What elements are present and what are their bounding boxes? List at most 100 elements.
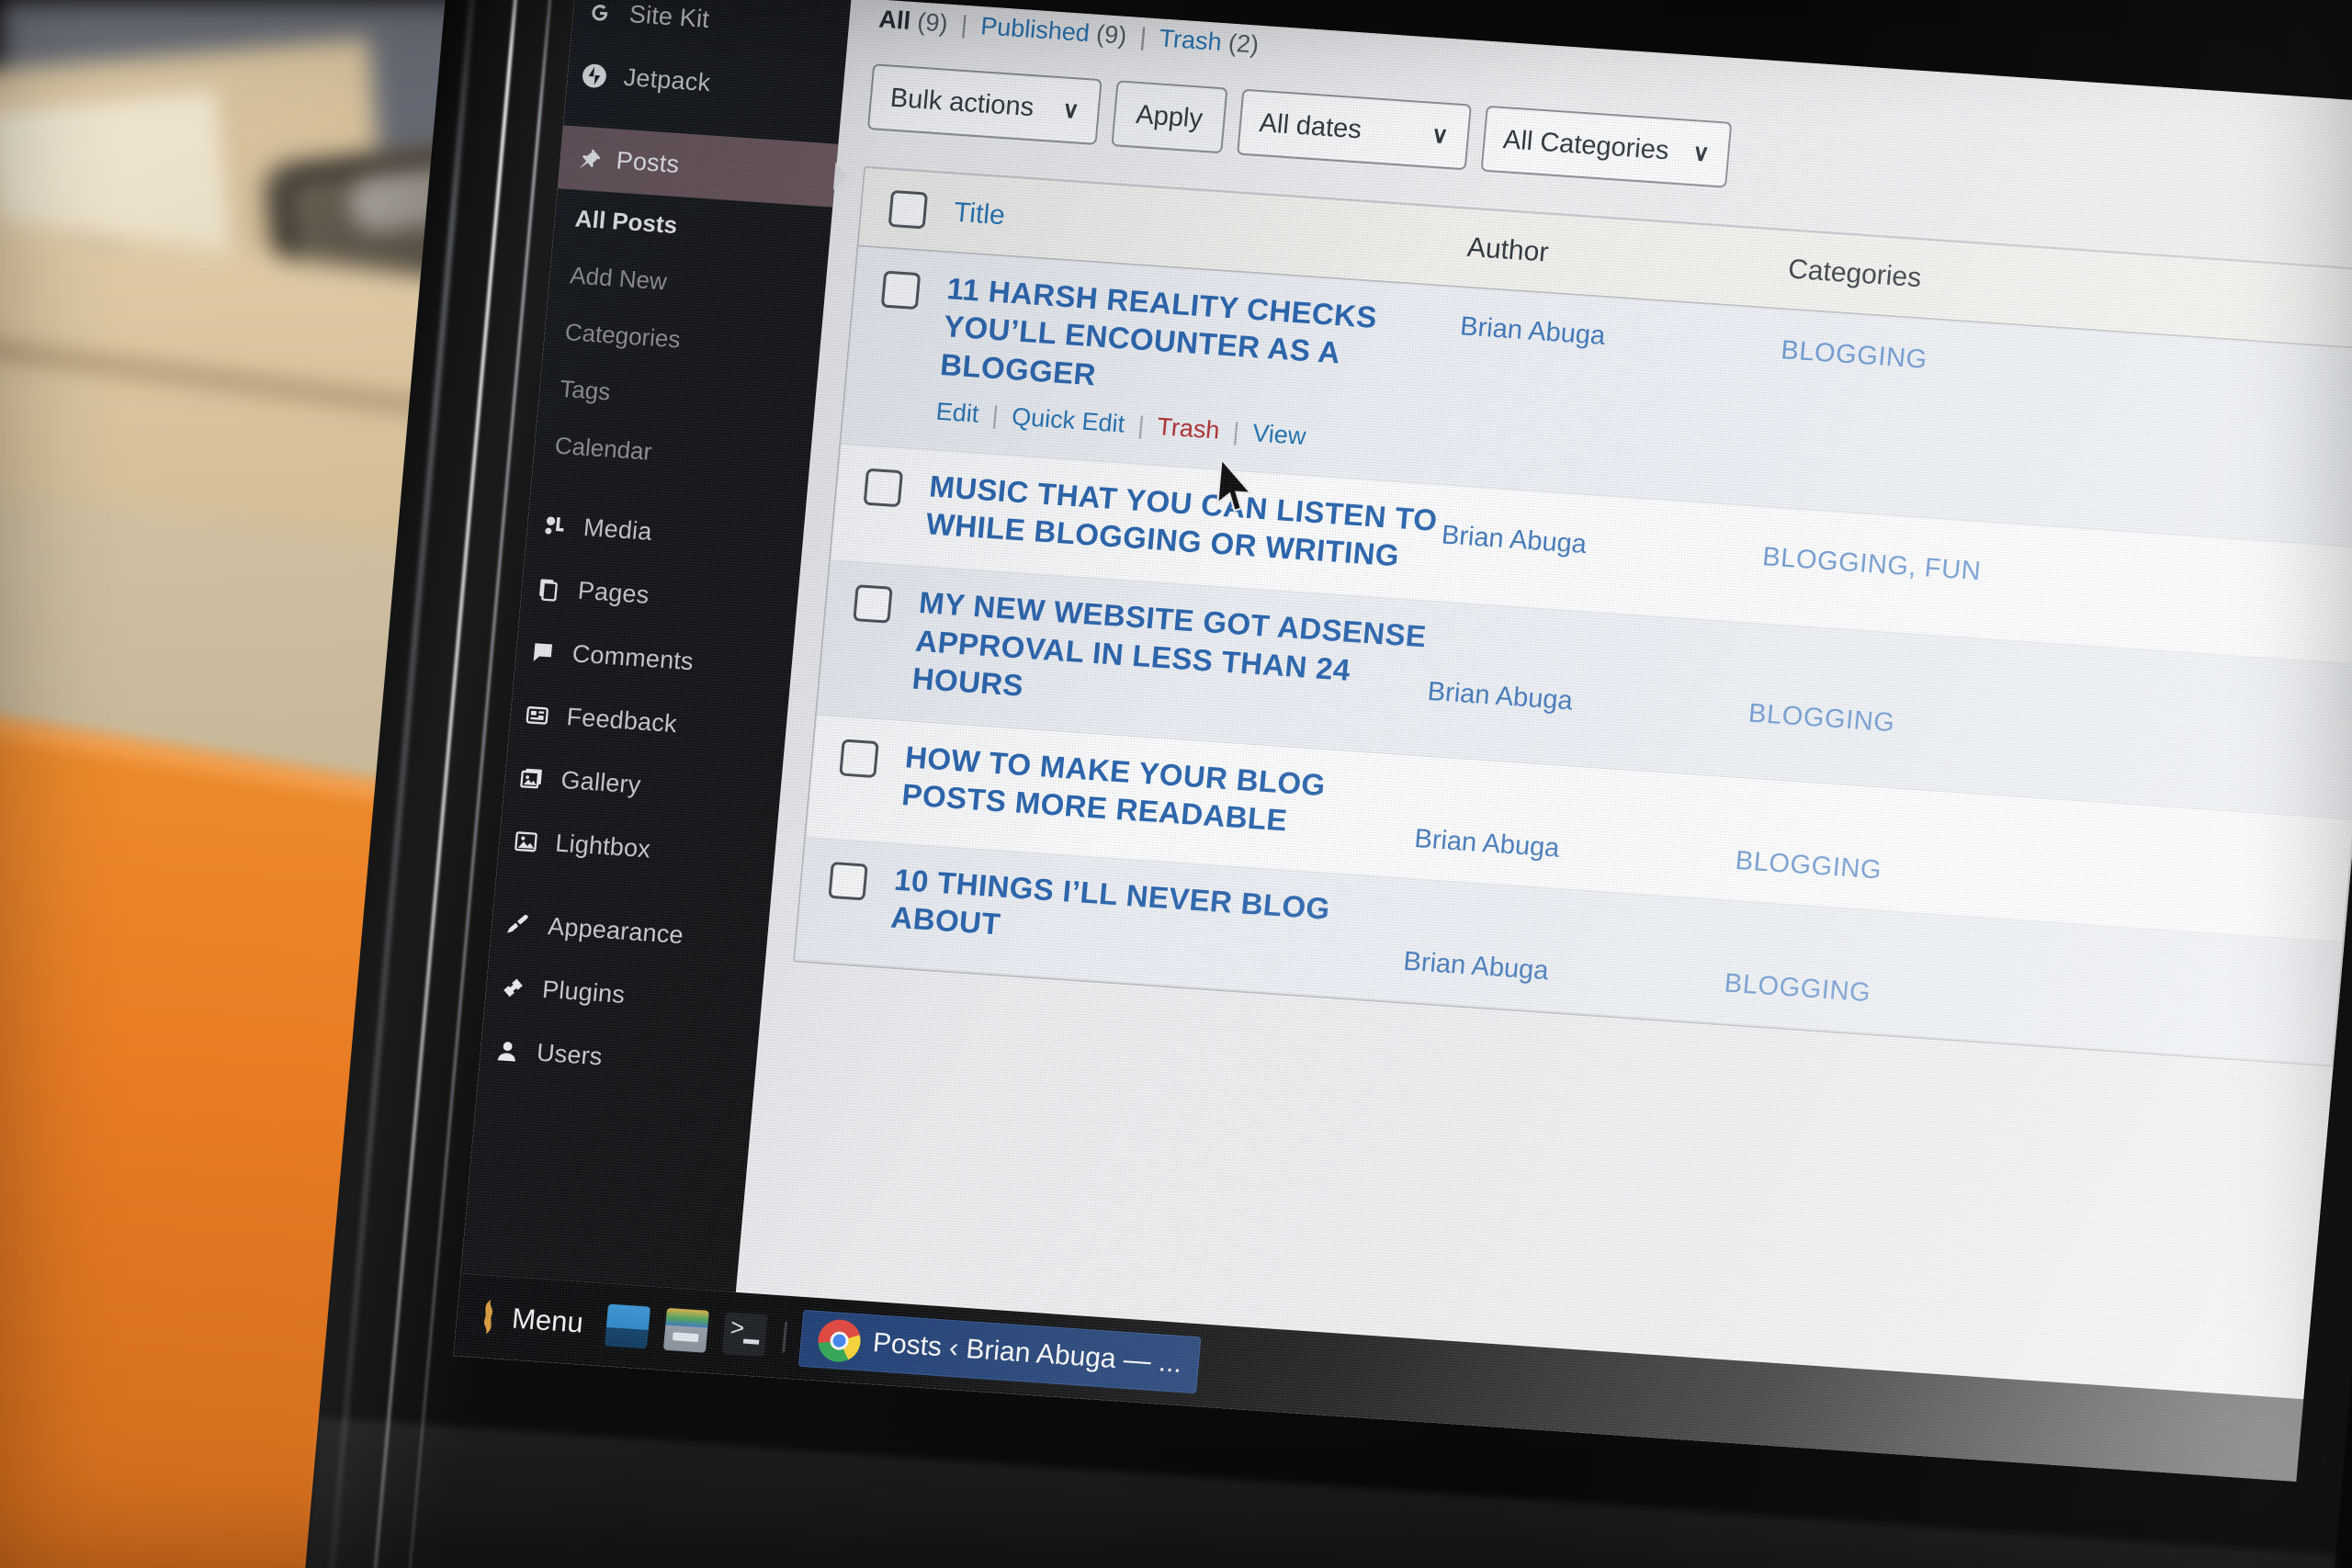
sidebar-item-label: Posts (615, 146, 681, 179)
filter-link-published[interactable]: Published (979, 12, 1091, 47)
menu-logo-icon (484, 1299, 493, 1335)
post-title-link[interactable]: MUSIC THAT YOU CAN LISTEN TO WHILE BLOGG… (924, 467, 1444, 577)
post-author-cell[interactable]: Brian Abuga (1424, 618, 1755, 753)
row-checkbox[interactable] (853, 584, 893, 624)
row-action-quick-edit[interactable]: Quick Edit (1011, 402, 1125, 437)
post-title-cell: 10 THINGS I’LL NEVER BLOG ABOUT (888, 861, 1409, 977)
chrome-icon (816, 1318, 863, 1364)
sidebar-item-label: Site Kit (628, 0, 711, 33)
post-categories-cell[interactable]: BLOGGING (1723, 918, 2115, 1025)
posts-table: Title Author Categories 11 HARSH REALITY… (793, 165, 2352, 1067)
chevron-down-icon: ∨ (1430, 121, 1450, 149)
row-action-separator: | (1231, 417, 1241, 446)
chevron-down-icon: ∨ (1691, 140, 1711, 167)
sidebar-item-label: Pages (576, 576, 650, 609)
post-categories-cell[interactable]: BLOGGING (1734, 795, 2126, 902)
feedback-icon (523, 700, 553, 729)
start-menu-label: Menu (510, 1302, 585, 1339)
post-title-cell: MUSIC THAT YOU CAN LISTEN TO WHILE BLOGG… (924, 467, 1444, 577)
filter-link-all[interactable]: All (877, 6, 911, 35)
category-filter-select[interactable]: All Categories ∨ (1480, 105, 1733, 188)
apply-label: Apply (1135, 99, 1204, 134)
post-categories-cell[interactable]: BLOGGING (1770, 326, 2168, 509)
google-g-icon (585, 0, 616, 27)
filter-link-trash[interactable]: Trash (1158, 24, 1223, 56)
row-action-view[interactable]: View (1251, 419, 1307, 450)
row-action-separator: | (990, 400, 1001, 430)
row-checkbox-cell[interactable] (843, 264, 949, 426)
sidebar-subitem-label: Calendar (553, 431, 653, 466)
sidebar-item-label: Jetpack (622, 62, 712, 97)
row-checkbox-cell[interactable] (797, 854, 897, 942)
terminal-icon[interactable] (721, 1312, 768, 1358)
photo-scene: Site Kit Jetpack Posts All Posts Add New… (0, 0, 2352, 1568)
files-icon[interactable] (604, 1303, 650, 1349)
sidebar-item-label: Feedback (565, 703, 679, 739)
sidebar-item-label: Appearance (547, 912, 685, 950)
archive-icon[interactable] (662, 1307, 709, 1353)
row-checkbox[interactable] (839, 739, 879, 779)
select-all-checkbox-cell[interactable] (861, 188, 956, 231)
row-checkbox-cell[interactable] (819, 577, 921, 696)
sidebar-item-label: Comments (571, 639, 695, 676)
sidebar-item-label: Gallery (560, 765, 642, 799)
column-header-categories[interactable]: Categories (1787, 254, 2175, 311)
plug-icon (498, 973, 528, 1002)
filter-separator: | (1138, 22, 1148, 51)
laptop-screen: Site Kit Jetpack Posts All Posts Add New… (453, 0, 2352, 1482)
mouse-cursor (1216, 457, 1253, 513)
pin-icon (572, 144, 603, 174)
select-all-checkbox[interactable] (888, 189, 929, 230)
date-filter-select[interactable]: All dates ∨ (1236, 88, 1472, 171)
post-categories-cell[interactable]: BLOGGING (1745, 640, 2140, 780)
filter-count-trash: (2) (1227, 28, 1261, 59)
media-icon (539, 511, 570, 540)
row-checkbox[interactable] (880, 270, 922, 310)
filter-count-published: (9) (1095, 19, 1128, 50)
column-header-author[interactable]: Author (1466, 232, 1790, 286)
apply-button[interactable]: Apply (1111, 80, 1228, 154)
post-title-link[interactable]: 10 THINGS I’LL NEVER BLOG ABOUT (889, 861, 1409, 971)
row-action-edit[interactable]: Edit (935, 398, 980, 428)
row-checkbox-cell[interactable] (808, 731, 907, 818)
row-checkbox[interactable] (828, 861, 868, 901)
post-title-link[interactable]: MY NEW WEBSITE GOT ADSENSE APPROVAL IN L… (910, 583, 1434, 731)
post-title-cell: MY NEW WEBSITE GOT ADSENSE APPROVAL IN L… (910, 583, 1434, 731)
post-author-cell[interactable]: Brian Abuga (1413, 773, 1741, 875)
post-title-link[interactable]: HOW TO MAKE YOUR BLOG POSTS MORE READABL… (900, 738, 1420, 848)
post-author-cell[interactable]: Brian Abuga (1402, 896, 1730, 998)
row-checkbox-cell[interactable] (832, 460, 931, 542)
bulk-actions-select[interactable]: Bulk actions ∨ (866, 63, 1102, 145)
sidebar-item-label: Media (582, 513, 653, 546)
taskbar-window-button[interactable]: Posts ‹ Brian Abuga — ... (797, 1309, 1202, 1394)
jetpack-icon (580, 61, 610, 90)
post-title-link[interactable]: 11 HARSH REALITY CHECKS YOU’LL ENCOUNTER… (939, 269, 1463, 417)
row-action-separator: | (1136, 411, 1146, 439)
filter-count-all: (9) (916, 7, 949, 38)
table-navigation-toolbar: Bulk actions ∨ Apply All dates ∨ All Cat… (866, 63, 1733, 188)
post-author-cell[interactable]: Brian Abuga (1438, 502, 1766, 599)
post-title-cell: HOW TO MAKE YOUR BLOG POSTS MORE READABL… (899, 738, 1420, 854)
gallery-icon (516, 763, 547, 793)
post-title-cell: 11 HARSH REALITY CHECKS YOU’LL ENCOUNTER… (935, 269, 1463, 460)
active-menu-arrow (832, 162, 849, 191)
comment-icon (528, 637, 559, 667)
laptop: Site Kit Jetpack Posts All Posts Add New… (295, 0, 2352, 1568)
pages-icon (534, 574, 564, 604)
sidebar-subitem-label: Add New (569, 260, 669, 295)
sidebar-item-label: Plugins (540, 975, 627, 1009)
taskbar-divider (781, 1321, 787, 1353)
sidebar-item-label: Lightbox (554, 829, 652, 863)
posts-list-page: All (9) | Published (9) | Trash (2) Bulk… (735, 0, 2352, 1400)
sidebar-subitem-label: Categories (563, 317, 682, 354)
row-action-trash[interactable]: Trash (1156, 412, 1221, 445)
column-header-title[interactable]: Title (953, 197, 1469, 264)
post-categories-cell[interactable]: BLOGGING, FUN (1758, 524, 2150, 626)
row-checkbox[interactable] (863, 468, 904, 507)
lightbox-icon (511, 827, 541, 856)
start-menu-button[interactable]: Menu (453, 1273, 601, 1365)
user-icon (492, 1036, 523, 1066)
filter-separator: | (959, 10, 969, 39)
post-author-cell[interactable]: Brian Abuga (1448, 304, 1782, 482)
bulk-actions-value: Bulk actions (888, 83, 1035, 122)
